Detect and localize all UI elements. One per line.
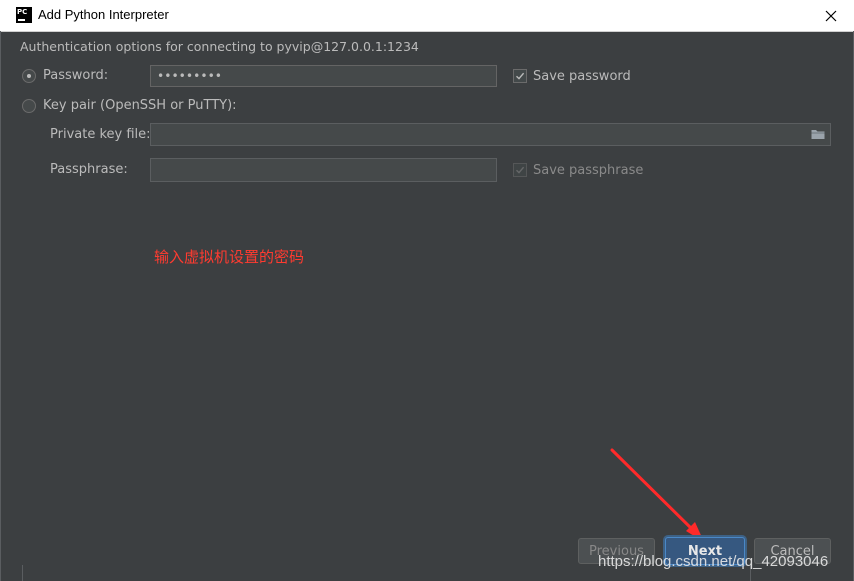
save-passphrase-label: Save passphrase: [533, 163, 644, 178]
window-title: Add Python Interpreter: [38, 7, 169, 22]
save-password-label: Save password: [533, 69, 631, 84]
pycharm-app-icon: PC: [16, 7, 32, 23]
close-button[interactable]: [808, 0, 854, 31]
window-frame-left: [0, 31, 1, 581]
title-bar: PC Add Python Interpreter: [0, 0, 854, 32]
annotation-arrow: [610, 448, 704, 542]
passphrase-field[interactable]: [150, 158, 497, 182]
private-key-field[interactable]: [150, 123, 831, 146]
private-key-label: Private key file:: [50, 127, 151, 142]
bottom-divider-left: [22, 565, 23, 581]
password-label: Password:: [43, 68, 109, 83]
save-passphrase-checkbox[interactable]: [513, 163, 527, 177]
check-icon: [516, 166, 525, 174]
close-icon: [825, 10, 837, 21]
watermark-url: https://blog.csdn.net/qq_42093046: [598, 553, 829, 570]
password-field[interactable]: •••••••••: [150, 65, 497, 87]
folder-icon[interactable]: [811, 128, 825, 140]
passphrase-label: Passphrase:: [50, 162, 128, 177]
save-password-checkbox[interactable]: [513, 69, 527, 83]
password-radio[interactable]: [22, 69, 36, 83]
keypair-label: Key pair (OpenSSH or PuTTY):: [43, 98, 237, 113]
auth-header: Authentication options for connecting to…: [20, 39, 419, 54]
keypair-radio[interactable]: [22, 99, 36, 113]
annotation-hint: 输入虚拟机设置的密码: [154, 248, 305, 266]
check-icon: [516, 72, 525, 80]
